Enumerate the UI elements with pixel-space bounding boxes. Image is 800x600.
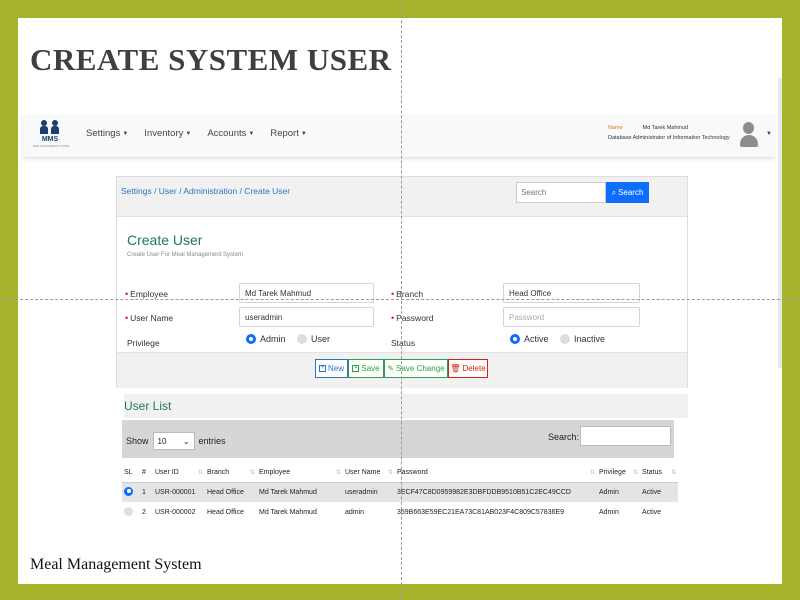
entries-control: Show 10 ⌄ entries — [126, 432, 226, 450]
privilege-user-radio[interactable]: User — [297, 334, 330, 344]
table-search-label: Search: — [548, 432, 580, 442]
logo-subtext: MEAL MANAGEMENT SYSTEM — [33, 145, 70, 148]
privilege-admin-radio[interactable]: Admin — [246, 334, 286, 344]
breadcrumb[interactable]: Settings / User / Administration / Creat… — [121, 186, 290, 196]
table-search-input[interactable] — [580, 426, 671, 446]
sort-icon: ⇅ — [249, 470, 255, 477]
trash-icon: 🗑 — [450, 364, 461, 373]
edit-icon: ✎ — [387, 364, 395, 373]
top-navbar: MMS MEAL MANAGEMENT SYSTEM Settings ▼ Inv… — [23, 114, 775, 158]
plus-icon: + — [318, 365, 326, 372]
status-active-radio[interactable]: Active — [510, 334, 549, 344]
nav-menu: Settings ▼ Inventory ▼ Accounts ▼ Report ▼ — [86, 128, 307, 139]
sort-icon: ⇅ — [589, 470, 595, 477]
col-password[interactable]: Password ⇅ — [395, 464, 597, 483]
entries-select[interactable]: 10 ⌄ — [152, 432, 195, 450]
save-change-button[interactable]: ✎ Save Change — [384, 359, 448, 378]
sort-icon: ⇅ — [387, 470, 393, 477]
col-privilege[interactable]: Privilege ⇅ — [597, 464, 640, 483]
password-label: • Password — [391, 313, 434, 323]
username-label: • User Name — [125, 313, 174, 323]
nav-item-accounts[interactable]: Accounts ▼ — [207, 128, 254, 139]
col-user-id[interactable]: User ID ⇅ — [153, 464, 205, 483]
sort-icon: ⇅ — [335, 470, 341, 477]
col-employee[interactable]: Employee ⇅ — [257, 464, 343, 483]
mms-logo[interactable]: MMS MEAL MANAGEMENT SYSTEM — [33, 119, 70, 151]
col-num[interactable]: # — [140, 464, 153, 483]
sort-icon: ⇅ — [197, 470, 203, 477]
vertical-guide-line — [401, 0, 402, 600]
password-field[interactable]: Password — [503, 307, 640, 327]
save-button[interactable]: ▪ Save — [348, 359, 384, 378]
status-label: Status — [391, 338, 416, 348]
branch-field[interactable]: Head Office — [503, 283, 640, 303]
form-title: Create User — [127, 232, 203, 248]
panel-header: Settings / User / Administration / Creat… — [117, 177, 687, 217]
table-toolbar: Show 10 ⌄ entries Search: — [122, 420, 674, 458]
slide: CREATE SYSTEM USER MMS MEAL MANAGEMENT S… — [0, 0, 800, 600]
branch-label: • Branch — [391, 289, 424, 299]
scrollbar[interactable] — [778, 78, 782, 368]
row-select-radio[interactable] — [124, 486, 133, 496]
col-branch[interactable]: Branch ⇅ — [205, 464, 257, 483]
user-role: Database Administrator of Information Te… — [608, 135, 730, 141]
create-user-panel: Settings / User / Administration / Creat… — [116, 176, 688, 388]
user-list-panel: User List Show 10 ⌄ entries Search: SL # … — [116, 394, 688, 550]
col-sl[interactable]: SL — [122, 464, 140, 483]
form-subtitle: Create User For Meal Management System — [127, 252, 244, 258]
row-select-radio[interactable] — [124, 506, 133, 516]
user-table: SL # User ID ⇅ Branch ⇅ Employee ⇅ User Nam… — [122, 464, 678, 522]
logo-text: MMS — [41, 136, 59, 143]
caret-down-icon: ▼ — [300, 130, 307, 137]
caret-down-icon: ▼ — [122, 130, 129, 137]
user-info: Name Md Tarek Mahmud Database Administrat… — [608, 123, 730, 143]
username-field[interactable]: useradmin — [239, 307, 374, 327]
sort-icon: ⇅ — [632, 470, 638, 477]
employee-field[interactable]: Md Tarek Mahmud — [239, 283, 374, 303]
new-button[interactable]: + New — [315, 359, 348, 378]
nav-item-settings[interactable]: Settings ▼ — [86, 128, 128, 139]
col-username[interactable]: User Name ⇅ — [343, 464, 395, 483]
search-icon: ⌕ — [611, 187, 617, 197]
user-name: Md Tarek Mahmud — [642, 125, 689, 131]
col-status[interactable]: Status ⇅ — [640, 464, 678, 483]
table-row[interactable]: 1 USR-000001 Head Office Md Tarek Mahmud… — [122, 482, 678, 502]
user-menu-caret-icon[interactable]: ▼ — [766, 131, 772, 137]
user-name-label: Name — [608, 125, 623, 131]
user-avatar-icon[interactable] — [739, 122, 759, 148]
user-list-title: User List — [124, 394, 688, 418]
horizontal-guide-line — [0, 299, 800, 300]
search-button[interactable]: ⌕ Search — [606, 182, 649, 203]
slide-title: CREATE SYSTEM USER — [30, 42, 392, 77]
search-input[interactable] — [516, 182, 606, 203]
chevron-down-icon: ⌄ — [182, 436, 190, 446]
caret-down-icon: ▼ — [248, 130, 255, 137]
action-bar: + New ▪ Save ✎ Save Change 🗑 Delete — [117, 352, 687, 388]
slide-footer: Meal Management System — [30, 556, 202, 573]
delete-button[interactable]: 🗑 Delete — [448, 359, 488, 378]
nav-item-report[interactable]: Report ▼ — [270, 128, 306, 139]
sort-icon: ⇅ — [670, 470, 676, 477]
status-inactive-radio[interactable]: Inactive — [560, 334, 605, 344]
caret-down-icon: ▼ — [185, 130, 192, 137]
floppy-icon: ▪ — [352, 365, 360, 372]
nav-item-inventory[interactable]: Inventory ▼ — [144, 128, 191, 139]
privilege-label: Privilege — [127, 338, 160, 348]
table-row[interactable]: 2 USR-000002 Head Office Md Tarek Mahmud… — [122, 502, 678, 522]
employee-label: • Employee — [125, 289, 168, 299]
table-header-row: SL # User ID ⇅ Branch ⇅ Employee ⇅ User Nam… — [122, 464, 678, 483]
